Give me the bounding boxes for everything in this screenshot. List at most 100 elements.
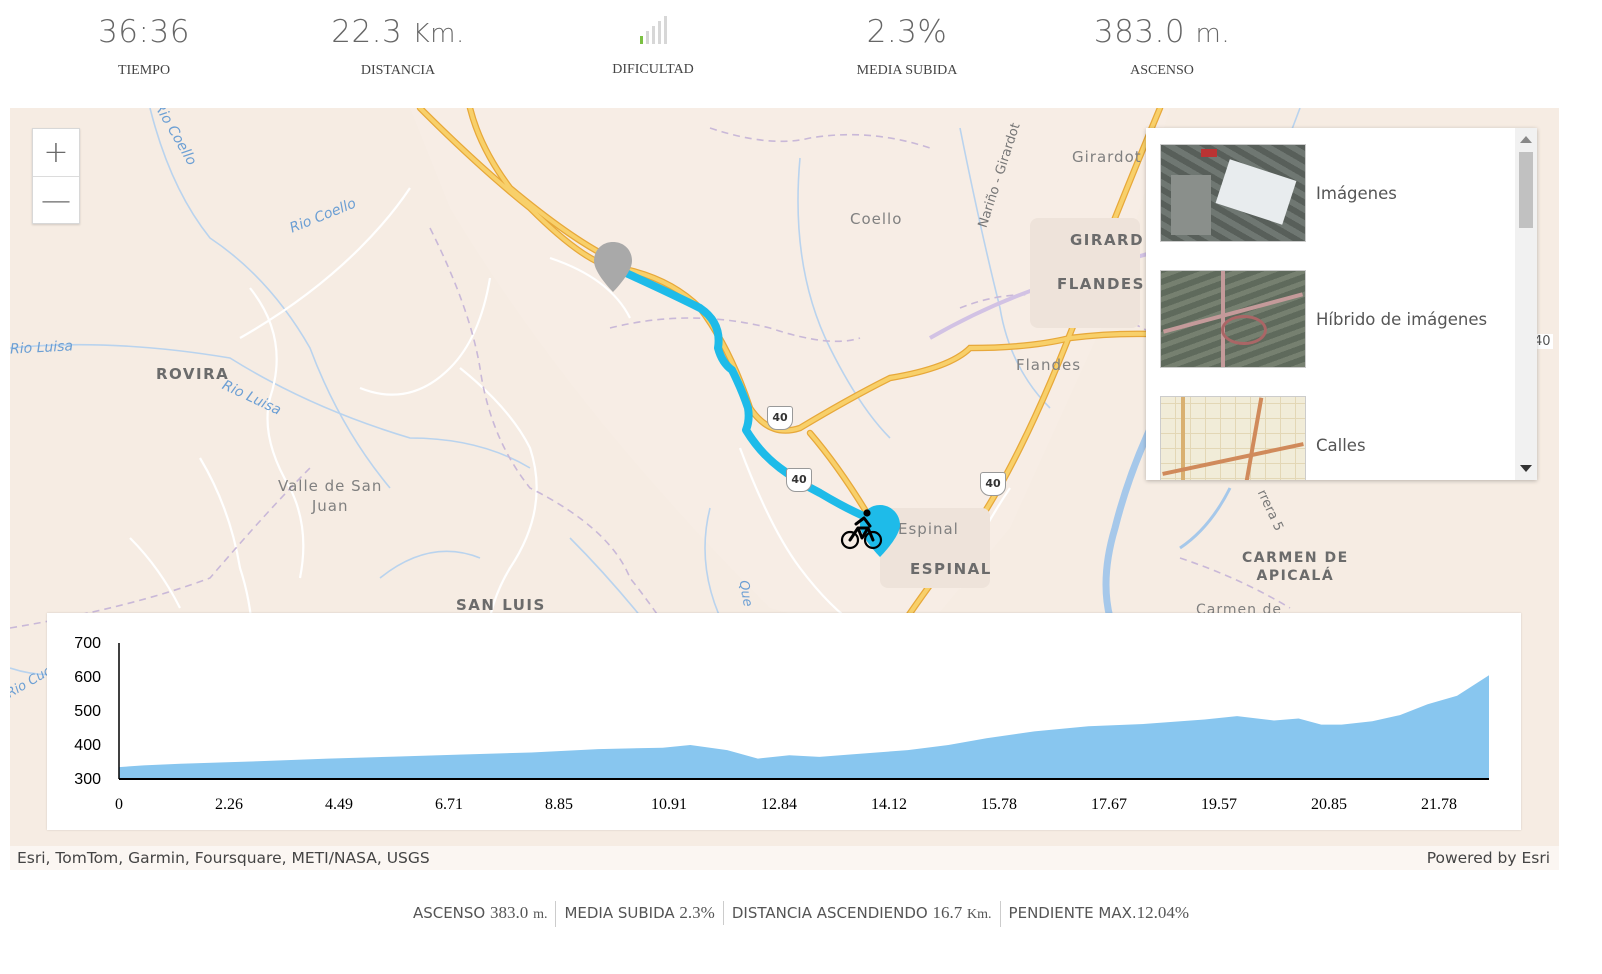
x-tick-label: 0 <box>115 796 123 813</box>
highway-shield-40-b: 40 <box>786 468 812 492</box>
map-label-espinal-caps: ESPINAL <box>910 560 992 578</box>
summary-avg-climb: MEDIA SUBIDA 2.3% <box>556 901 724 925</box>
difficulty-bar <box>663 16 667 44</box>
powered-by-esri[interactable]: Powered by Esri <box>1427 849 1550 867</box>
scroll-thumb[interactable] <box>1519 152 1533 228</box>
map-label-espinal: Espinal <box>898 520 959 538</box>
map-attribution-bar: Esri, TomTom, Garmin, Foursquare, METI/N… <box>10 846 1559 870</box>
x-tick-label: 6.71 <box>435 796 463 813</box>
summary-max-slope: PENDIENTE MAX.12.04% <box>1001 901 1198 925</box>
x-tick-label: 14.12 <box>871 796 907 813</box>
scroll-down-arrow-icon[interactable] <box>1520 465 1532 472</box>
difficulty-bar <box>657 21 661 44</box>
map-label-carmen-line2: APICALÁ <box>1256 568 1335 584</box>
summary-climb-distance-unit: Km. <box>967 907 992 922</box>
elevation-area <box>119 675 1489 779</box>
stat-ascent-number: 383.0 <box>1093 14 1186 50</box>
x-tick-label: 8.85 <box>545 796 573 813</box>
zoom-control: + — <box>32 128 80 224</box>
cyclist-icon <box>840 509 883 550</box>
summary-climb-distance-value: 16.7 <box>932 903 963 922</box>
gallery-scrollbar[interactable] <box>1515 128 1537 480</box>
zoom-out-button[interactable]: — <box>33 177 79 224</box>
stat-ascent-label: ASCENSO <box>1130 63 1194 78</box>
stat-ascent-unit: m. <box>1195 19 1231 49</box>
stat-distance-value: 22.3 Km. <box>298 10 498 50</box>
stat-distance-label: DISTANCIA <box>360 63 436 78</box>
stat-distance-unit: Km. <box>412 19 465 49</box>
map-label-rovira: ROVIRA <box>156 365 230 383</box>
summary-avg-label: MEDIA SUBIDA <box>564 904 675 922</box>
x-tick-label: 4.49 <box>325 796 353 813</box>
summary-max-slope-label: PENDIENTE MAX. <box>1008 904 1137 922</box>
difficulty-bar <box>651 26 655 44</box>
x-tick-label: 21.78 <box>1421 796 1457 813</box>
basemap-label-imagery: Imágenes <box>1316 183 1397 203</box>
basemap-item-streets[interactable]: Calles <box>1160 396 1500 480</box>
summary-climb-distance: DISTANCIA ASCENDIENDO 16.7 Km. <box>724 901 1001 927</box>
difficulty-bar <box>639 36 643 44</box>
map-label-rio-luisa: Rio Luisa <box>10 338 74 358</box>
map-label-girard-caps: GIRARD <box>1070 231 1145 249</box>
elevation-profile[interactable]: 300 400 500 600 700 0 2.26 4.49 6.71 8.85 10.91 12.… <box>47 613 1521 830</box>
basemap-thumb-hybrid <box>1160 270 1306 368</box>
map-label-flandes-caps: FLANDES <box>1057 275 1145 293</box>
start-marker-icon[interactable] <box>592 240 634 294</box>
summary-avg-value: 2.3% <box>679 903 715 922</box>
elevation-chart: 300 400 500 600 700 0 2.26 4.49 6.71 8.85 10.91 12.… <box>74 635 1489 813</box>
basemap-label-streets: Calles <box>1316 435 1366 455</box>
highway-shield-40: 40 <box>767 406 793 430</box>
stat-avg-climb: 2.3% MEDIA SUBIDA <box>807 10 1007 79</box>
basemap-item-imagery[interactable]: Imágenes <box>1160 144 1500 242</box>
y-tick-label: 700 <box>74 635 101 652</box>
y-tick-label: 600 <box>74 669 101 686</box>
y-tick-label: 500 <box>74 703 101 720</box>
basemap-item-hybrid[interactable]: Híbrido de imágenes <box>1160 270 1500 368</box>
x-tick-label: 17.67 <box>1091 796 1127 813</box>
stat-avg-climb-value: 2.3% <box>866 14 948 50</box>
summary-ascent-value: 383.0 <box>490 903 529 922</box>
scroll-up-arrow-icon[interactable] <box>1520 136 1532 143</box>
stat-time-value: 36:36 <box>98 14 190 50</box>
stat-difficulty: DIFICULTAD <box>553 10 753 78</box>
y-tick-label: 400 <box>74 737 101 754</box>
stat-avg-climb-label: MEDIA SUBIDA <box>856 63 958 78</box>
basemap-label-hybrid: Híbrido de imágenes <box>1316 309 1488 329</box>
difficulty-bars <box>553 10 753 50</box>
summary-max-slope-value: 12.04% <box>1136 903 1190 922</box>
stat-time-label: TIEMPO <box>117 63 171 78</box>
stat-ascent-value: 383.0 m. <box>1062 10 1262 50</box>
map-label-carmen-de-apicala: CARMEN DE APICALÁ <box>1242 549 1349 585</box>
map-label-coello: Coello <box>850 210 903 228</box>
map-label-valle-line2: Juan <box>311 497 349 515</box>
summary-climb-distance-label: DISTANCIA ASCENDIENDO <box>731 904 928 922</box>
x-tick-label: 10.91 <box>651 796 687 813</box>
stat-distance-number: 22.3 <box>331 14 403 50</box>
difficulty-bar <box>645 31 649 44</box>
y-tick-label: 300 <box>74 771 101 788</box>
highway-shield-40-c: 40 <box>980 472 1006 496</box>
route-summary: ASCENSO 383.0 m. MEDIA SUBIDA 2.3% DISTANC… <box>0 901 1602 927</box>
zoom-in-button[interactable]: + <box>33 129 79 177</box>
stat-time: 36:36 TIEMPO <box>44 10 244 79</box>
x-tick-label: 15.78 <box>981 796 1017 813</box>
map-label-valle-line1: Valle de San <box>278 477 383 495</box>
summary-ascent-label: ASCENSO <box>412 904 486 922</box>
x-tick-label: 12.84 <box>761 796 797 813</box>
map-label-valle-de-san-juan: Valle de San Juan <box>278 476 382 516</box>
basemap-thumb-streets <box>1160 396 1306 480</box>
stat-ascent: 383.0 m. ASCENSO <box>1062 10 1262 79</box>
summary-ascent-unit: m. <box>533 907 548 922</box>
map-attribution: Esri, TomTom, Garmin, Foursquare, METI/N… <box>17 849 430 867</box>
summary-ascent: ASCENSO 383.0 m. <box>405 901 557 927</box>
map-label-girardot: Girardot <box>1072 148 1142 166</box>
x-tick-label: 2.26 <box>215 796 243 813</box>
map-view[interactable]: Rio Coello Rio Coello Rio Luisa Rio Luis… <box>10 108 1559 870</box>
basemap-gallery: Imágenes Híbrido de imágenes Calles <box>1146 128 1537 480</box>
stat-difficulty-label: DIFICULTAD <box>612 62 694 77</box>
x-tick-label: 20.85 <box>1311 796 1347 813</box>
map-label-carmen-line1: CARMEN DE <box>1242 550 1349 566</box>
basemap-thumb-imagery <box>1160 144 1306 242</box>
map-label-flandes: Flandes <box>1016 356 1082 374</box>
stat-distance: 22.3 Km. DISTANCIA <box>298 10 498 79</box>
